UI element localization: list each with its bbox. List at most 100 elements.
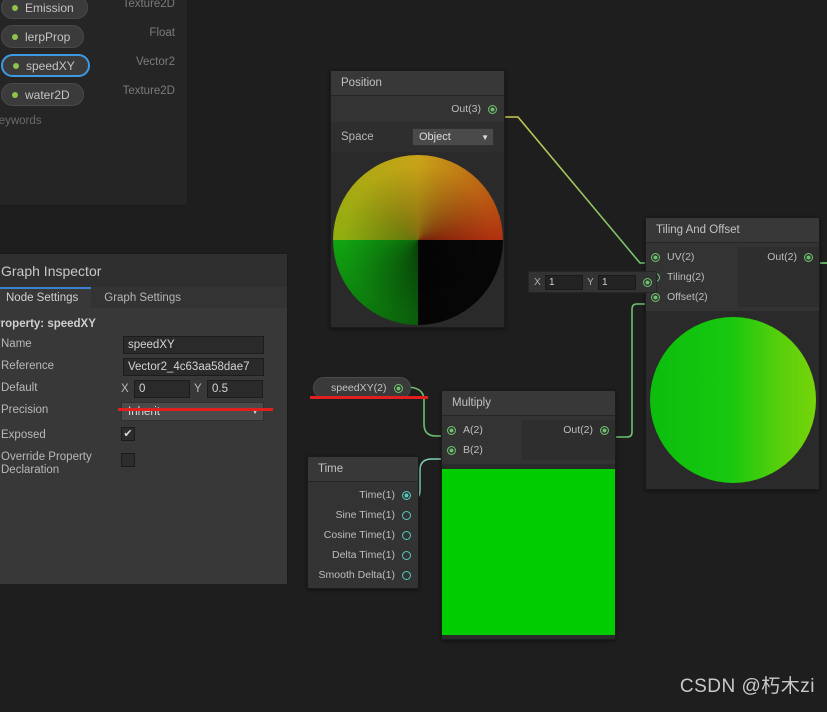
tiling-vector-input: X 1 Y 1 [528,271,657,293]
tiling-input-port-dot-icon[interactable] [643,277,652,287]
property-name: lerpProp [25,29,71,44]
port-label-cosine-time: Cosine Time(1) [323,529,395,541]
port-row-position-out[interactable]: Out(3) [331,99,504,119]
position-output-ports: Out(3) [331,96,504,122]
blackboard-row: speedXY Vector2 [0,51,187,80]
override-declaration-checkbox[interactable] [121,453,135,467]
tiling-offset-outputs: Out(2) [738,247,819,307]
property-type-label: Texture2D [122,85,175,97]
port-dot-time-icon[interactable] [402,490,411,500]
port-dot-out-icon[interactable] [804,252,813,262]
space-dropdown[interactable]: Object ▼ [412,128,494,146]
precision-label: Precision [1,404,49,416]
field-row-precision: Precision Inherit ▼ [0,402,287,425]
field-row-override-declaration: Override Property Declaration [0,451,287,485]
reference-input[interactable]: Vector2_4c63aa58dae7 [123,358,264,376]
default-y-input[interactable]: 0.5 [207,380,263,398]
port-label-smooth-delta: Smooth Delta(1) [318,569,395,581]
port-row-b[interactable]: B(2) [442,440,522,460]
inspector-title: Graph Inspector [0,254,287,287]
port-dot-b-icon[interactable] [447,445,456,455]
time-output-ports: Time(1) Sine Time(1) Cosine Time(1) Delt… [308,482,418,588]
default-x-axis-label: X [121,383,129,395]
multiply-outputs: Out(2) [522,420,615,460]
port-row-cosine-time[interactable]: Cosine Time(1) [308,525,418,545]
blackboard-panel: Emission Texture2D lerpProp Float speedX… [0,0,188,206]
space-dropdown-value: Object [419,131,451,143]
port-row-offset[interactable]: Offset(2) [646,287,738,307]
inspector-property-header: Property: speedXY [0,318,96,330]
port-row-time[interactable]: Time(1) [308,485,418,505]
blackboard-property-emission[interactable]: Emission [1,0,88,19]
blackboard-property-speedxy[interactable]: speedXY [1,54,90,77]
port-row-a[interactable]: A(2) [442,420,522,440]
tiling-x-axis-label: X [534,276,541,288]
tiling-offset-inputs: UV(2) Tiling(2) Offset(2) [646,247,738,307]
tiling-y-input[interactable]: 1 [598,274,636,290]
preview-sphere-tiling-offset [649,317,816,483]
position-node-preview[interactable] [331,152,504,327]
port-dot-smooth-delta-icon[interactable] [402,570,411,580]
blackboard-row: lerpProp Float [0,22,187,51]
property-name: water2D [25,87,70,102]
annotation-underline-default [118,408,273,411]
node-multiply[interactable]: Multiply A(2) B(2) Out(2) [441,390,616,640]
node-position[interactable]: Position Out(3) Space Object ▼ [330,70,505,328]
chevron-down-icon: ▼ [481,132,489,142]
node-title-tiling-and-offset: Tiling And Offset [646,218,819,243]
inspector-tabs: Node Settings Graph Settings [0,287,287,308]
port-row-multiply-out[interactable]: Out(2) [522,420,615,440]
port-dot-sine-time-icon[interactable] [402,510,411,520]
port-dot-offset-icon[interactable] [651,292,660,302]
annotation-underline-speedxy-node [310,396,428,399]
position-space-row: Space Object ▼ [331,122,504,152]
property-node-label: speedXY(2) [331,382,387,394]
property-type-label: Float [149,27,175,39]
precision-dropdown[interactable]: Inherit ▼ [121,402,264,421]
port-label-out: Out(3) [451,103,481,115]
multiply-inputs: A(2) B(2) [442,420,522,460]
field-row-name: Name speedXY [0,336,287,356]
node-time[interactable]: Time Time(1) Sine Time(1) Cosine Time(1)… [307,456,419,589]
port-dot-delta-time-icon[interactable] [402,550,411,560]
tiling-x-input[interactable]: 1 [545,274,583,290]
blackboard-row: water2D Texture2D [0,80,187,109]
blackboard-keywords-section[interactable]: Keywords [0,115,42,127]
multiply-ports: A(2) B(2) Out(2) [442,416,615,464]
blackboard-property-lerpprop[interactable]: lerpProp [1,25,85,48]
default-x-input[interactable]: 0 [134,380,190,398]
port-row-tiling-offset-out[interactable]: Out(2) [738,247,819,267]
field-row-default: Default X 0 Y 0.5 [0,380,287,400]
port-label-uv: UV(2) [667,251,695,263]
port-row-sine-time[interactable]: Sine Time(1) [308,505,418,525]
node-title-time: Time [308,457,418,482]
port-label-out: Out(2) [767,251,797,263]
exposed-checkbox[interactable]: ✔ [121,427,135,441]
port-dot-uv-icon[interactable] [651,252,660,262]
multiply-node-preview[interactable] [442,464,615,639]
node-tiling-and-offset[interactable]: Tiling And Offset UV(2) Tiling(2) Offset… [645,217,820,490]
default-label: Default [1,382,38,394]
tab-node-settings[interactable]: Node Settings [0,287,92,308]
name-input[interactable]: speedXY [123,336,264,354]
tab-graph-settings[interactable]: Graph Settings [91,287,194,308]
port-row-delta-time[interactable]: Delta Time(1) [308,545,418,565]
inspector-body: Property: speedXY Name speedXY Reference… [0,308,287,584]
node-title-position: Position [331,71,504,96]
exposed-label: Exposed [1,429,46,441]
port-row-tiling[interactable]: Tiling(2) [646,267,738,287]
port-dot-out-icon[interactable] [600,425,609,435]
port-dot-cosine-time-icon[interactable] [402,530,411,540]
port-dot-a-icon[interactable] [447,425,456,435]
port-dot-out-icon[interactable] [394,383,404,393]
port-row-smooth-delta[interactable]: Smooth Delta(1) [308,565,418,585]
property-type-label: Texture2D [122,0,175,10]
shader-graph-window: Emission Texture2D lerpProp Float speedX… [0,0,827,712]
name-label: Name [1,338,32,350]
port-dot-out-icon[interactable] [488,104,497,114]
tiling-offset-node-preview[interactable] [646,311,819,489]
blackboard-property-water2d[interactable]: water2D [1,83,84,106]
port-label-a: A(2) [463,424,483,436]
default-vector-input: X 0 Y 0.5 [121,380,263,398]
port-row-uv[interactable]: UV(2) [646,247,738,267]
